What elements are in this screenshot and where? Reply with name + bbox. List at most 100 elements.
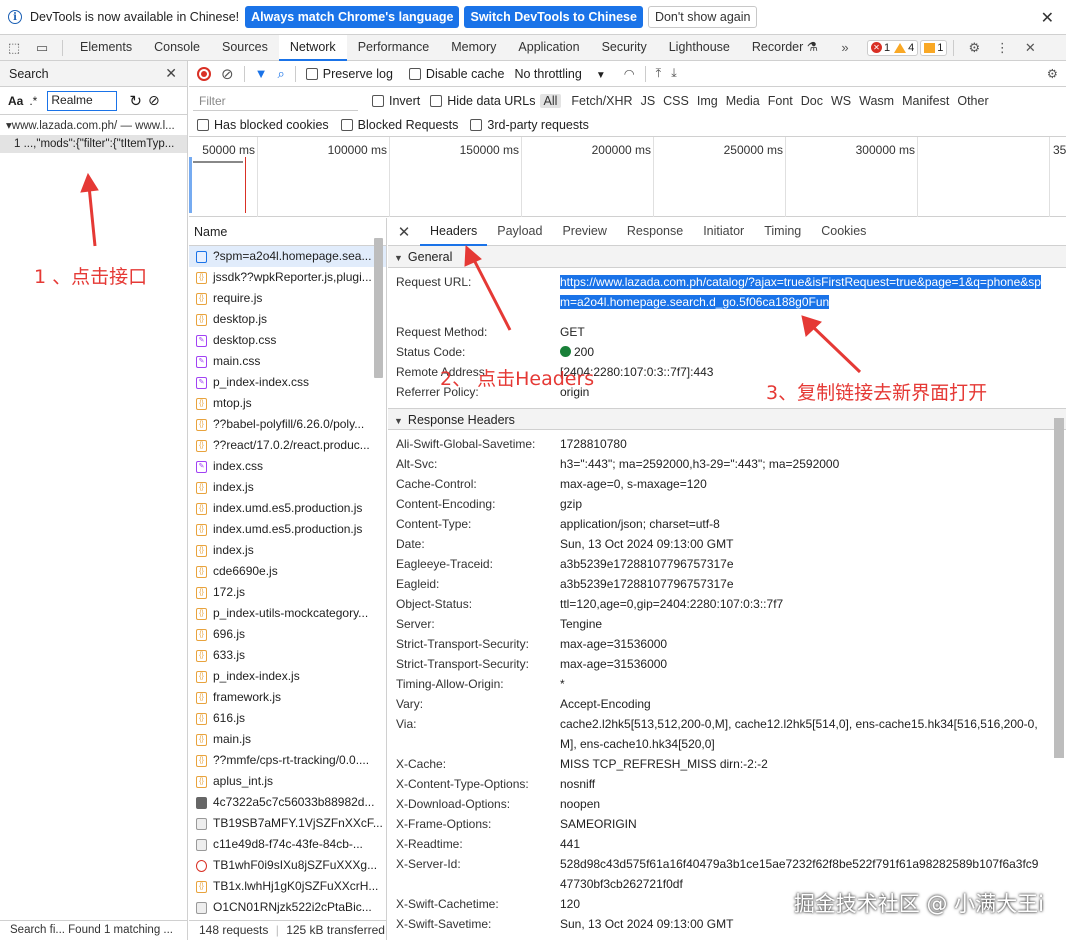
request-row[interactable]: {} desktop.js [189,309,386,330]
header-value[interactable]: * [560,674,1045,694]
scrollbar[interactable] [374,238,383,378]
wifi-icon[interactable]: ◠ [624,66,635,81]
tab-security[interactable]: Security [591,35,658,61]
tab-recorder[interactable]: Recorder ⚗ [741,35,829,61]
request-row[interactable]: ✎ desktop.css [189,330,386,351]
request-row[interactable]: {} 696.js [189,624,386,645]
import-icon[interactable]: ⤒ [656,66,662,81]
inspect-element-icon[interactable]: ⬚ [0,40,28,56]
refresh-icon[interactable]: ↻ [129,92,142,110]
request-row[interactable]: {} mtop.js [189,393,386,414]
header-value[interactable]: GET [560,322,1045,342]
header-value[interactable]: max-age=0, s-maxage=120 [560,474,1045,494]
export-icon[interactable]: ⤓ [671,66,677,81]
header-value[interactable]: SAMEORIGIN [560,814,1045,834]
tab-application[interactable]: Application [507,35,590,61]
blocked-requests-checkbox[interactable]: Blocked Requests [340,118,458,132]
request-row[interactable]: ✎ main.css [189,351,386,372]
request-row[interactable]: {} main.js [189,729,386,750]
request-row[interactable]: {} TB1x.lwhHj1gK0jSZFuXXcrH... [189,876,386,897]
filter-type-manifest[interactable]: Manifest [898,94,953,108]
name-column-header[interactable]: Name [189,218,386,246]
search-icon[interactable]: ⌕ [277,66,284,82]
filter-type-font[interactable]: Font [764,94,797,108]
request-row[interactable]: {} jssdk??wpkReporter.js,plugi... [189,267,386,288]
close-icon[interactable]: ✕ [165,65,177,82]
more-tabs-icon[interactable]: » [831,40,859,55]
header-value[interactable]: MISS TCP_REFRESH_MISS dirn:-2:-2 [560,754,1045,774]
dont-show-again-button[interactable]: Don't show again [647,6,758,28]
filter-type-wasm[interactable]: Wasm [855,94,898,108]
match-language-button[interactable]: Always match Chrome's language [245,6,460,28]
request-row[interactable]: {} 633.js [189,645,386,666]
request-row[interactable]: {} index.umd.es5.production.js [189,498,386,519]
request-row[interactable]: TB19SB7aMFY.1VjSZFnXXcF... [189,813,386,834]
error-badge[interactable]: ✕ 1 4 [867,39,919,56]
blocked-cookies-checkbox[interactable]: Has blocked cookies [197,118,329,132]
scrollbar[interactable] [1054,418,1064,758]
clear-icon[interactable]: ⊘ [221,65,234,83]
gear-icon[interactable]: ⚙ [1047,66,1058,81]
throttling-select[interactable]: No throttling ▼ [514,67,605,81]
detail-tab-headers[interactable]: Headers [420,218,488,246]
header-value[interactable]: application/json; charset=utf-8 [560,514,1045,534]
header-value[interactable]: Sun, 13 Oct 2024 09:13:00 GMT [560,534,1045,554]
tab-console[interactable]: Console [143,35,211,61]
clear-icon[interactable]: ⊘ [148,92,160,109]
tab-sources[interactable]: Sources [211,35,279,61]
header-value[interactable]: 441 [560,834,1045,854]
header-value[interactable]: cache2.l2hk5[513,512,200-0,M], cache12.l… [560,714,1045,754]
filter-type-all[interactable]: All [539,93,562,108]
request-row[interactable]: {} ??babel-polyfill/6.26.0/poly... [189,414,386,435]
filter-type-doc[interactable]: Doc [797,94,827,108]
request-row[interactable]: 4c7322a5c7c56033b88982d... [189,792,386,813]
request-row[interactable]: {} framework.js [189,687,386,708]
kebab-menu-icon[interactable]: ⋮ [988,40,1016,56]
header-value[interactable]: https://www.lazada.com.ph/catalog/?ajax=… [560,272,1045,312]
header-value[interactable]: 200 [560,342,1045,362]
gear-icon[interactable]: ⚙ [960,40,988,56]
request-row[interactable]: ✎ index.css [189,456,386,477]
request-row[interactable]: {} index.js [189,477,386,498]
filter-type-media[interactable]: Media [722,94,764,108]
request-row[interactable]: ?spm=a2o4l.homepage.sea... [189,246,386,267]
match-case-toggle[interactable]: Aa [8,94,23,108]
filter-icon[interactable]: ▼ [255,66,268,81]
header-value[interactable]: nosniff [560,774,1045,794]
filter-type-js[interactable]: JS [637,94,660,108]
close-devtools-icon[interactable]: ✕ [1016,40,1044,56]
third-party-checkbox[interactable]: 3rd-party requests [470,118,589,132]
detail-tab-initiator[interactable]: Initiator [693,218,754,246]
header-value[interactable]: gzip [560,494,1045,514]
tab-performance[interactable]: Performance [347,35,441,61]
request-row[interactable]: {} p_index-index.js [189,666,386,687]
filter-input[interactable]: Filter [193,91,358,111]
request-row[interactable]: {} ??react/17.0.2/react.produc... [189,435,386,456]
request-row[interactable]: {} ??mmfe/cps-rt-tracking/0.0.... [189,750,386,771]
preserve-log-checkbox[interactable]: Preserve log [305,67,393,81]
header-value[interactable]: noopen [560,794,1045,814]
header-value[interactable]: a3b5239e17288107796757317e [560,554,1045,574]
invert-checkbox[interactable]: Invert [372,94,420,108]
request-row[interactable]: c11e49d8-f74c-43fe-84cb-... [189,834,386,855]
header-value[interactable]: ttl=120,age=0,gip=2404:2280:107:0:3::7f7 [560,594,1045,614]
result-line[interactable]: 1 ...,"mods":{"filter":{"tItemTyp... [0,135,187,153]
request-row[interactable]: {} aplus_int.js [189,771,386,792]
regex-toggle[interactable]: .* [29,94,37,108]
header-value[interactable]: h3=":443"; ma=2592000,h3-29=":443"; ma=2… [560,454,1045,474]
general-section-header[interactable]: ▼ General [388,246,1066,268]
header-value[interactable]: a3b5239e17288107796757317e [560,574,1045,594]
detail-tab-timing[interactable]: Timing [754,218,811,246]
header-value[interactable]: Accept-Encoding [560,694,1045,714]
close-icon[interactable]: ✕ [388,223,420,241]
request-row[interactable]: TB1whF0i9sIXu8jSZFuXXXg... [189,855,386,876]
filter-type-img[interactable]: Img [693,94,722,108]
filter-type-other[interactable]: Other [953,94,992,108]
filter-type-css[interactable]: CSS [659,94,693,108]
network-timeline[interactable]: 50000 ms 100000 ms 150000 ms 200000 ms 25000… [189,137,1066,217]
request-row[interactable]: O1CN01RNjzk522i2cPtaBic... [189,897,386,918]
disable-cache-checkbox[interactable]: Disable cache [408,67,504,81]
search-input[interactable]: Realme [47,90,118,111]
request-row[interactable]: ✎ p_index-index.css [189,372,386,393]
request-row[interactable]: {} cde6690e.js [189,561,386,582]
